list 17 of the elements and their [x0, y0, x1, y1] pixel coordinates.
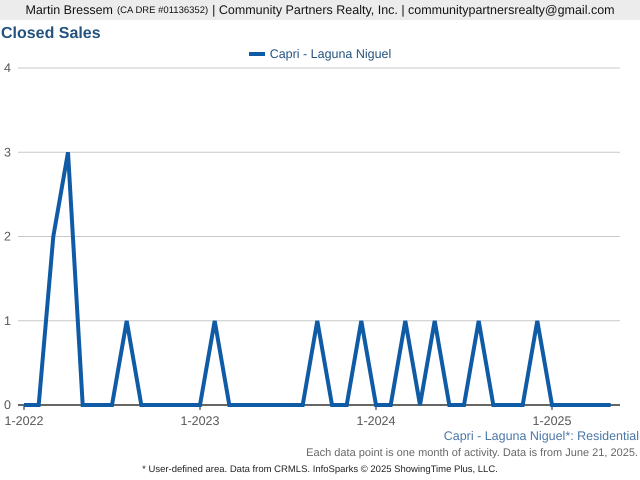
license-number: (CA DRE #01136352) [116, 4, 208, 16]
y-tick-label: 0 [4, 398, 11, 412]
footer-note: * User-defined area. Data from CRMLS. InfoSparks © 2025 ShowingTime Plus, LLC. [141, 463, 499, 477]
x-tick-label: 1-2023 [180, 414, 220, 428]
y-tick-label: 3 [4, 145, 11, 160]
y-tick-label: 2 [4, 230, 11, 244]
agent-name: Martin Bressem [25, 3, 113, 17]
company-contact: | Community Partners Realty, Inc. | communitypartnersrealty@gmail.com [212, 3, 615, 17]
chart-title: Closed Sales [0, 24, 102, 44]
y-tick-label: 4 [4, 61, 11, 75]
x-tick-label: 1-2025 [532, 414, 572, 428]
area-note: Capri - Laguna Niguel*: Residential [442, 428, 640, 444]
x-tick-label: 1-2024 [356, 414, 396, 428]
legend-label: Capri - Laguna Niguel [270, 47, 392, 61]
y-tick-label: 1 [4, 314, 11, 328]
data-note: Each data point is one month of activity. Data is from June 21, 2025. [305, 446, 639, 460]
x-tick-label: 1-2022 [4, 414, 44, 428]
